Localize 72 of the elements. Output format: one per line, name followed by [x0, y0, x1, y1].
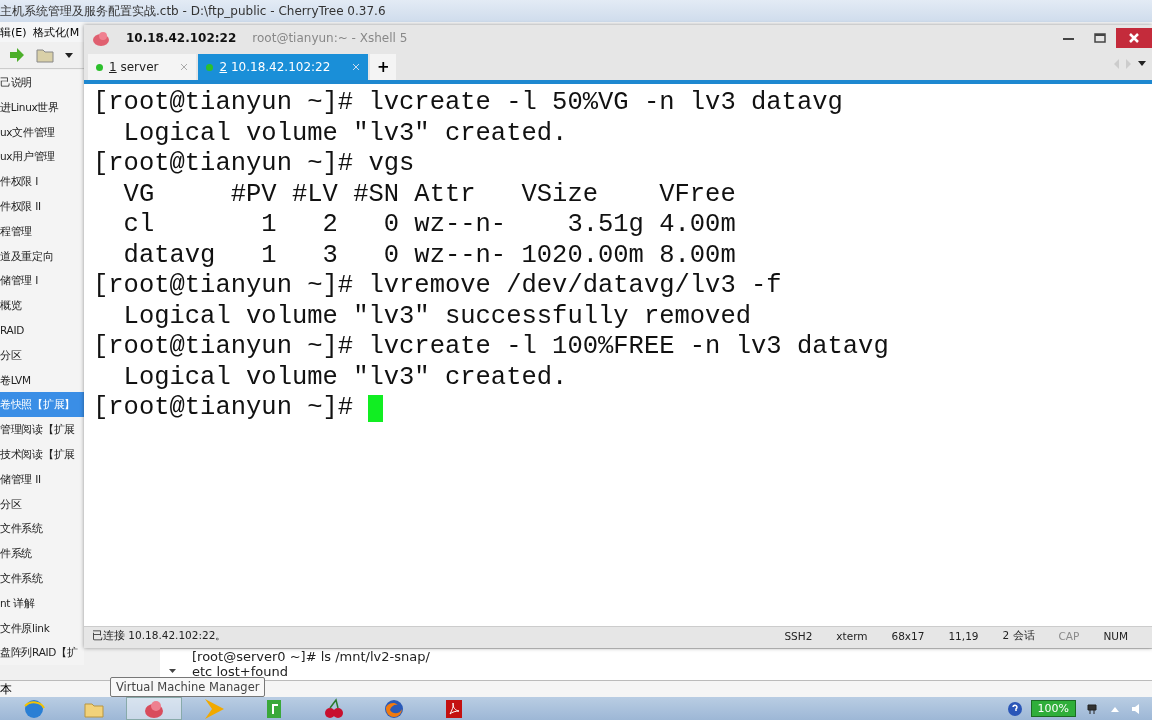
tree-item[interactable]: 道及重定向 — [0, 243, 84, 269]
console-line: [root@server0 ~]# ls /mnt/lv2-snap/ — [192, 649, 430, 664]
tree-item[interactable]: 己说明 — [0, 70, 84, 95]
close-icon[interactable] — [180, 63, 189, 71]
connection-status: 已连接 10.18.42.102:22。 — [92, 629, 227, 643]
close-icon[interactable] — [352, 63, 361, 71]
status-dot — [96, 63, 103, 71]
tree-item[interactable]: 件权限 II — [0, 194, 84, 219]
tree-item[interactable]: 储管理 II — [0, 466, 84, 492]
tree-item[interactable]: ux文件管理 — [0, 119, 84, 145]
pdf-icon — [443, 697, 465, 720]
arrow-icon — [203, 697, 225, 720]
new-tab-button[interactable]: + — [370, 54, 397, 80]
tree-item[interactable]: 盘阵列RAID【扩 — [0, 640, 84, 666]
terminal-line: [root@tianyun ~]# vgs — [93, 149, 415, 180]
terminal-line: [root@tianyun ~]# lvremove /dev/datavg/lv3 -f — [93, 271, 782, 302]
tree-item[interactable]: 程管理 — [0, 218, 84, 244]
menu-item[interactable]: 辑(E) — [0, 24, 27, 40]
tree-item[interactable]: 进Linux世界 — [0, 94, 84, 120]
terminal-line: [root@tianyun ~]# lvcreate -l 50%VG -n lv3 datavg — [93, 88, 843, 119]
caret-icon[interactable] — [64, 51, 74, 59]
terminal-line: Logical volume "lv3" successfully removed — [122, 301, 751, 332]
tree-item[interactable]: 管理阅读【扩展 — [0, 417, 84, 442]
tree-item[interactable]: 技术阅读【扩展 — [0, 441, 84, 467]
help-icon[interactable] — [1006, 700, 1023, 717]
status-item: 11,19 — [948, 630, 979, 642]
terminal-line: Logical volume "lv3" created. — [122, 362, 568, 393]
tree-item[interactable]: 概览 — [0, 293, 84, 318]
tree-item[interactable]: 分区 — [0, 342, 84, 368]
terminal-line: VG #PV #LV #SN Attr VSize VFree — [122, 179, 736, 210]
folder-icon[interactable] — [36, 47, 54, 63]
menu-item[interactable]: 格式化(M — [32, 24, 80, 40]
tree-item[interactable]: 储管理 I — [0, 268, 84, 294]
tree-item[interactable]: ux用户管理 — [0, 144, 84, 170]
tree-item[interactable]: 分区 — [0, 491, 84, 517]
cherry-icon — [323, 697, 345, 720]
status-item: 68x17 — [891, 630, 925, 642]
caret-icon[interactable] — [1138, 59, 1146, 67]
tree-item[interactable]: nt 详解 — [0, 590, 84, 616]
console-line: etc lost+found — [192, 664, 288, 679]
tree-item[interactable]: 件权限 I — [0, 169, 84, 194]
close-icon — [1129, 33, 1139, 43]
browser-icon — [23, 697, 45, 720]
tree-item[interactable]: 卷LVM — [0, 367, 84, 393]
terminal-line: [root@tianyun ~]# — [93, 393, 355, 424]
session-tab[interactable]: 2 10.18.42.102:22 — [198, 54, 369, 80]
status-item: CAP — [1058, 630, 1080, 642]
tree-item[interactable]: RAID — [0, 317, 84, 343]
terminal-line: datavg 1 3 0 wz--n- 1020.00m 8.00m — [122, 240, 736, 271]
status-dot — [206, 63, 214, 71]
caret-icon[interactable] — [168, 668, 177, 674]
session-tab[interactable]: 1 server — [88, 54, 197, 80]
terminal-line: cl 1 2 0 wz--n- 3.51g 4.00m — [122, 210, 736, 241]
terminal-line: [root@tianyun ~]# lvcreate -l 100%FREE -n lv3 datavg — [93, 332, 889, 363]
status-text: 本 — [0, 682, 12, 696]
forward-arrow-icon[interactable] — [8, 47, 26, 63]
tree-item[interactable]: 件系统 — [0, 541, 84, 566]
terminal-line: Logical volume "lv3" created. — [122, 118, 568, 149]
tree-item[interactable]: 文件系统 — [0, 516, 84, 542]
window-title: 10.18.42.102:22 — [126, 30, 237, 45]
status-item: xterm — [836, 630, 868, 642]
close-button[interactable] — [1116, 28, 1152, 48]
taskbar-button[interactable] — [126, 697, 182, 720]
window-title: 主机系统管理及服务配置实战.ctb - D:\ftp_public - CherryTree 0.37.6 — [0, 2, 386, 20]
status-item: SSH2 — [784, 630, 813, 642]
status-item: 2 会话 — [1002, 629, 1035, 643]
tree-item[interactable]: 文件系统 — [0, 565, 84, 591]
status-item: NUM — [1103, 630, 1128, 642]
tree-item[interactable]: 文件原link — [0, 615, 84, 641]
tooltip: Virtual Machine Manager — [110, 677, 266, 697]
maximize-icon[interactable] — [1094, 33, 1106, 43]
window-subtitle: root@tianyun:~ - Xshell 5 — [252, 30, 408, 45]
